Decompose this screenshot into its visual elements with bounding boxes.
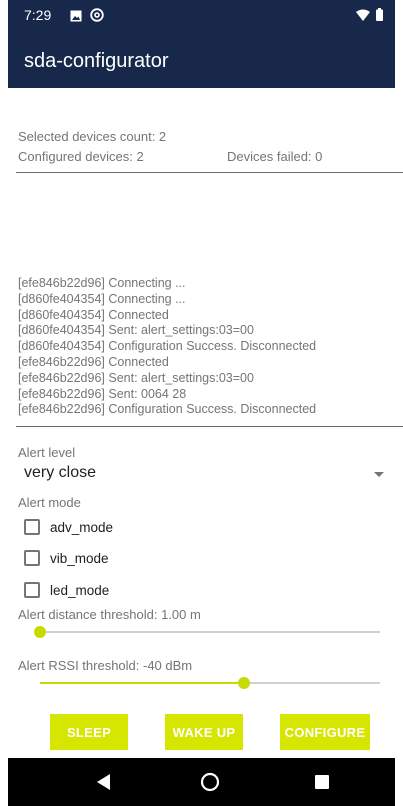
summary-divider	[16, 172, 403, 173]
log-line: [efe846b22d96] Sent: alert_settings:03=0…	[18, 370, 254, 385]
wake-up-button[interactable]: WAKE UP	[165, 714, 243, 750]
app-bar: sda-configurator	[8, 30, 395, 88]
alert-mode-label: Alert mode	[18, 495, 81, 510]
status-bar: 7:29	[8, 0, 395, 30]
configure-button[interactable]: CONFIGURE	[280, 714, 370, 750]
distance-threshold-slider[interactable]	[34, 624, 380, 640]
distance-threshold-label: Alert distance threshold: 1.00 m	[18, 607, 201, 622]
log-output: [efe846b22d96] Connecting ... [d860fe404…	[18, 276, 398, 418]
rssi-threshold-slider[interactable]	[40, 675, 380, 691]
slider-thumb[interactable]	[34, 626, 46, 638]
alert-level-value: very close	[24, 464, 97, 481]
log-divider	[16, 426, 403, 427]
at-sign-icon	[90, 8, 104, 27]
configured-devices: Configured devices: 2	[18, 149, 144, 164]
log-line: [efe846b22d96] Sent: 0064 28	[18, 386, 187, 401]
log-line: [d860fe404354] Configuration Success. Di…	[18, 339, 317, 354]
led-mode-label: led_mode	[50, 582, 110, 598]
app-title: sda-configurator	[24, 50, 169, 72]
log-line: [efe846b22d96] Connected	[18, 354, 169, 369]
adv-mode-label: adv_mode	[50, 519, 114, 535]
vib-mode-checkbox-row[interactable]: vib_mode	[24, 548, 109, 568]
recents-icon[interactable]	[310, 772, 334, 792]
dropdown-arrow-icon	[374, 472, 384, 477]
log-line: [d860fe404354] Sent: alert_settings:03=0…	[18, 323, 254, 338]
vib-mode-checkbox[interactable]	[24, 550, 40, 566]
navigation-bar	[8, 758, 395, 806]
log-line: [d860fe404354] Connected	[18, 307, 169, 322]
adv-mode-checkbox[interactable]	[24, 519, 40, 535]
adv-mode-checkbox-row[interactable]: adv_mode	[24, 517, 113, 537]
log-line: [d860fe404354] Connecting ...	[18, 291, 186, 306]
selected-devices-count: Selected devices count: 2	[18, 129, 167, 144]
status-time: 7:29	[24, 7, 52, 23]
sleep-button[interactable]: SLEEP	[50, 714, 128, 750]
log-line: [efe846b22d96] Connecting ...	[18, 276, 186, 290]
led-mode-checkbox-row[interactable]: led_mode	[24, 580, 109, 600]
alert-level-select[interactable]: very close	[24, 462, 390, 486]
led-mode-checkbox[interactable]	[24, 582, 40, 598]
slider-thumb[interactable]	[238, 677, 250, 689]
home-icon[interactable]	[198, 772, 222, 792]
slider-track	[40, 631, 380, 633]
image-icon	[70, 9, 82, 27]
log-line: [efe846b22d96] Configuration Success. Di…	[18, 402, 317, 417]
vib-mode-label: vib_mode	[50, 550, 109, 566]
rssi-threshold-label: Alert RSSI threshold: -40 dBm	[18, 658, 193, 673]
devices-failed: Devices failed: 0	[227, 149, 323, 164]
wifi-icon	[356, 8, 370, 26]
alert-level-label: Alert level	[18, 445, 76, 460]
back-icon[interactable]	[92, 772, 116, 792]
battery-icon	[376, 8, 383, 26]
slider-fill	[40, 682, 244, 684]
